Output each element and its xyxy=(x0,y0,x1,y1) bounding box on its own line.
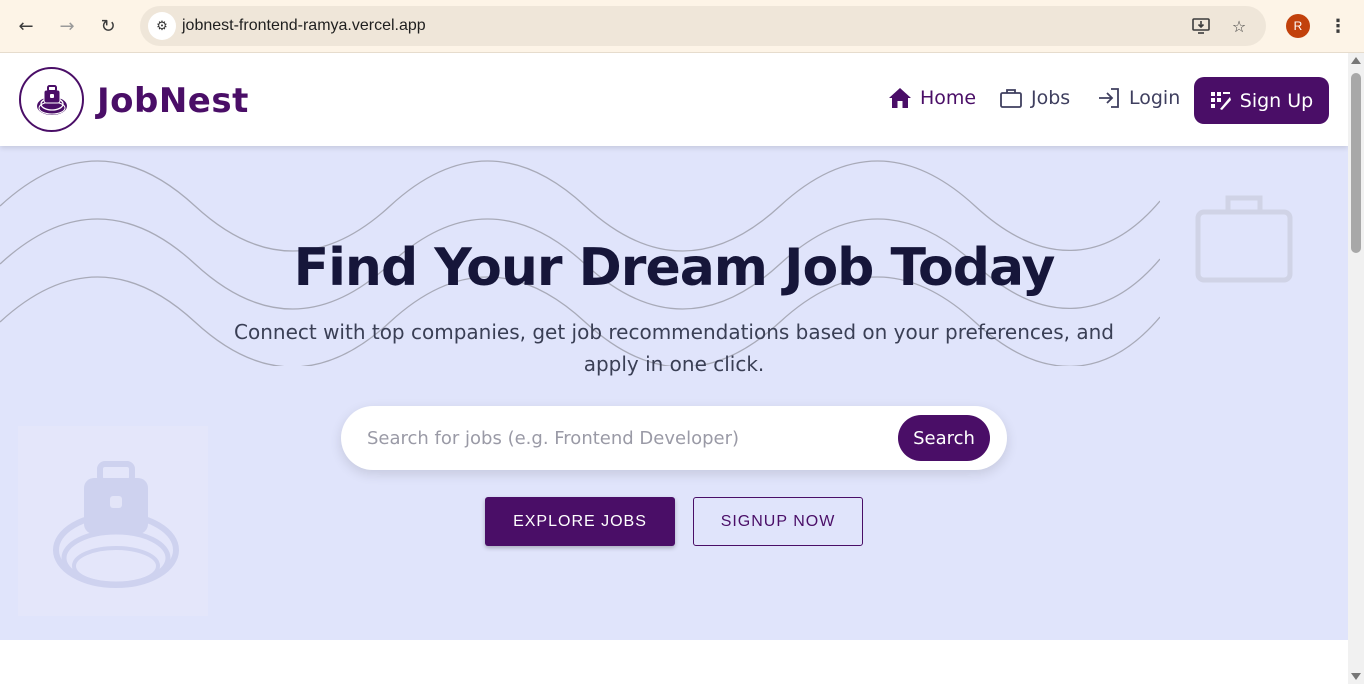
explore-jobs-button[interactable]: EXPLORE JOBS xyxy=(485,497,675,546)
back-arrow-icon[interactable]: ← xyxy=(11,11,41,41)
forward-arrow-icon[interactable]: → xyxy=(52,11,82,41)
briefcase-icon xyxy=(1000,89,1022,108)
nav-login-label: Login xyxy=(1129,87,1181,109)
page-scrollbar[interactable] xyxy=(1348,53,1364,684)
more-menu-icon[interactable]: ⋮ xyxy=(1326,11,1350,41)
brand-name[interactable]: JobNest xyxy=(97,81,249,121)
page-viewport: JobNest Home Jobs Login Sign Up Find You… xyxy=(0,53,1348,684)
site-settings-icon[interactable]: ⚙ xyxy=(148,12,176,40)
profile-avatar[interactable]: R xyxy=(1286,14,1310,38)
login-arrow-icon xyxy=(1099,88,1119,108)
nav-login-link[interactable]: Login xyxy=(1097,87,1180,109)
hero-subtitle: Connect with top companies, get job reco… xyxy=(234,320,1114,376)
address-bar[interactable]: ⚙ jobnest-frontend-ramya.vercel.app ☆ xyxy=(140,6,1266,46)
nav-home-link[interactable]: Home xyxy=(888,87,976,109)
decorative-logo xyxy=(18,426,208,616)
browser-toolbar: ← → ↻ ⚙ jobnest-frontend-ramya.vercel.ap… xyxy=(0,0,1364,53)
job-search-input[interactable] xyxy=(367,420,887,456)
install-app-icon[interactable] xyxy=(1190,15,1212,37)
hero-title: Find Your Dream Job Today xyxy=(293,238,1056,298)
decorative-nest-icon xyxy=(53,461,179,588)
nav-home-label: Home xyxy=(920,87,977,109)
scroll-up-arrow-icon[interactable] xyxy=(1351,57,1361,64)
job-search-bar: Search xyxy=(341,406,1007,470)
site-header: JobNest Home Jobs Login Sign Up xyxy=(0,53,1348,146)
search-button[interactable]: Search xyxy=(898,415,990,461)
home-icon xyxy=(889,88,911,108)
scroll-down-arrow-icon[interactable] xyxy=(1351,673,1361,680)
reload-icon[interactable]: ↻ xyxy=(93,11,123,41)
scroll-thumb[interactable] xyxy=(1351,73,1361,253)
signup-now-button[interactable]: SIGNUP NOW xyxy=(693,497,863,546)
nav-signup-button[interactable]: Sign Up xyxy=(1194,77,1329,124)
nav-signup-label: Sign Up xyxy=(1239,89,1314,112)
brand-logo[interactable] xyxy=(19,67,84,132)
hero-section: Find Your Dream Job Today Connect with t… xyxy=(0,146,1348,640)
nav-jobs-link[interactable]: Jobs xyxy=(999,87,1070,109)
bookmark-star-icon[interactable]: ☆ xyxy=(1228,15,1250,37)
nest-briefcase-icon xyxy=(36,84,67,115)
signup-form-icon xyxy=(1210,91,1231,110)
address-url[interactable]: jobnest-frontend-ramya.vercel.app xyxy=(182,17,426,35)
nav-jobs-label: Jobs xyxy=(1031,87,1071,109)
